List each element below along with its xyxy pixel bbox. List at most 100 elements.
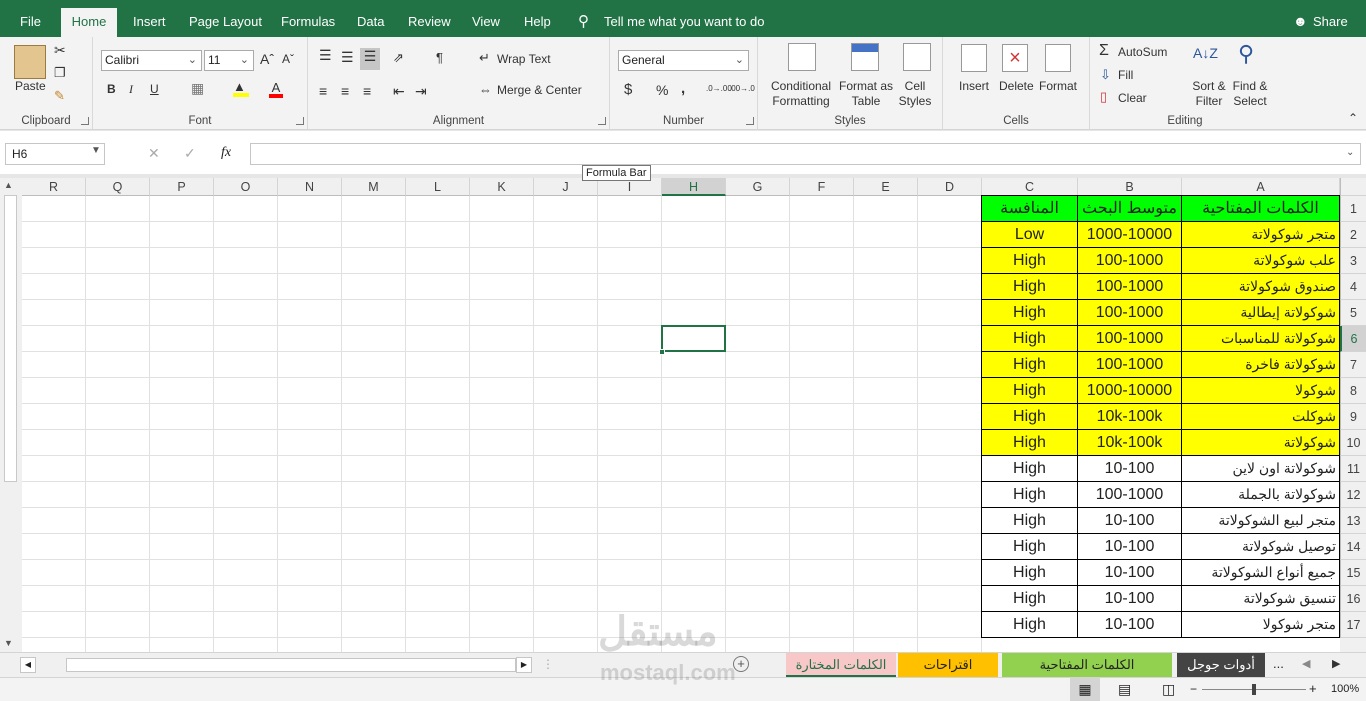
grid-cell[interactable] (150, 508, 214, 534)
fill-handle[interactable] (659, 349, 665, 355)
grid-cell[interactable] (726, 482, 790, 508)
grid-cell[interactable] (342, 378, 406, 404)
grid-cell[interactable] (22, 300, 86, 326)
grid-cell[interactable] (470, 300, 534, 326)
grid-cell[interactable] (662, 404, 726, 430)
insert-cells-icon[interactable] (961, 44, 987, 72)
grid-cell[interactable] (214, 508, 278, 534)
grid-cell[interactable] (662, 300, 726, 326)
column-header[interactable]: C (982, 178, 1078, 196)
grid-cell[interactable] (86, 404, 150, 430)
grid-cell[interactable] (86, 352, 150, 378)
keyword-cell[interactable]: متجر شوكولاتة (1181, 221, 1340, 248)
row-header[interactable]: 2 (1340, 222, 1366, 248)
grid-cell[interactable] (86, 196, 150, 222)
row-header[interactable]: 4 (1340, 274, 1366, 300)
align-center-icon[interactable]: ≡ (341, 83, 349, 99)
grid-cell[interactable] (598, 378, 662, 404)
grid-cell[interactable] (470, 534, 534, 560)
grid-cell[interactable] (662, 352, 726, 378)
grid-cell[interactable] (854, 430, 918, 456)
grid-cell[interactable] (150, 274, 214, 300)
align-right-icon[interactable]: ≡ (363, 83, 371, 99)
underline-button[interactable]: U (150, 82, 159, 96)
fill-color-icon[interactable]: ▲ (233, 79, 249, 97)
grid-cell[interactable] (534, 586, 598, 612)
header-cell-search-volume[interactable]: متوسط البحث (1077, 195, 1182, 222)
grid-cell[interactable] (406, 586, 470, 612)
italic-button[interactable]: I (129, 82, 133, 97)
grid-cell[interactable] (406, 534, 470, 560)
column-header[interactable]: P (150, 178, 214, 196)
copy-icon[interactable]: ❐ (54, 65, 66, 81)
grid-cell[interactable] (470, 638, 534, 652)
tab-help[interactable]: Help (524, 0, 551, 37)
grid-cell[interactable] (86, 378, 150, 404)
grid-cell[interactable] (918, 456, 982, 482)
insert-function-button[interactable]: fx (221, 145, 231, 161)
grid-cell[interactable] (662, 586, 726, 612)
grid-cell[interactable] (406, 352, 470, 378)
row-header[interactable]: 10 (1340, 430, 1366, 456)
row-header[interactable]: 6 (1340, 326, 1366, 352)
grid-cell[interactable] (854, 274, 918, 300)
format-as-table-button[interactable]: Format as Table (838, 79, 894, 109)
clipboard-launcher-icon[interactable] (81, 117, 89, 125)
grid-cell[interactable] (342, 456, 406, 482)
grid-cell[interactable] (214, 326, 278, 352)
competition-cell[interactable]: High (981, 455, 1078, 482)
grid-cell[interactable] (342, 482, 406, 508)
comma-button[interactable]: , (681, 80, 685, 97)
tab-data[interactable]: Data (357, 0, 384, 37)
sheet-tab-user-keywords[interactable]: الكلمات المفتاحية للمستخدم (1002, 653, 1172, 696)
grid-cell[interactable] (854, 352, 918, 378)
autosum-button[interactable]: AutoSum (1118, 45, 1167, 59)
grid-cell[interactable] (86, 222, 150, 248)
grid-cell[interactable] (470, 560, 534, 586)
keyword-cell[interactable]: تنسيق شوكولاتة (1181, 585, 1340, 612)
grid-cell[interactable] (790, 430, 854, 456)
expand-formula-bar-icon[interactable]: ⌄ (1346, 147, 1354, 158)
keyword-cell[interactable]: شوكولاتة اون لاين (1181, 455, 1340, 482)
search-volume-cell[interactable]: 10-100 (1077, 585, 1182, 612)
name-box[interactable]: H6 (5, 143, 105, 165)
row-header[interactable]: 7 (1340, 352, 1366, 378)
grid-cell[interactable] (86, 482, 150, 508)
grid-cell[interactable] (662, 560, 726, 586)
keyword-cell[interactable]: شوكولاتة للمناسبات (1181, 325, 1340, 352)
column-header[interactable]: L (406, 178, 470, 196)
grid-cell[interactable] (534, 534, 598, 560)
grid-cell[interactable] (22, 508, 86, 534)
competition-cell[interactable]: Low (981, 221, 1078, 248)
grid-cell[interactable] (22, 274, 86, 300)
grid-cell[interactable] (726, 222, 790, 248)
grid-cell[interactable] (854, 222, 918, 248)
grid-cell[interactable] (790, 274, 854, 300)
grid-cell[interactable] (726, 586, 790, 612)
keyword-cell[interactable]: علب شوكولاتة (1181, 247, 1340, 274)
grid-cell[interactable] (406, 300, 470, 326)
row-header[interactable]: 3 (1340, 248, 1366, 274)
grid-cell[interactable] (406, 326, 470, 352)
grid-cell[interactable] (918, 534, 982, 560)
percent-button[interactable]: % (656, 82, 668, 98)
font-color-icon[interactable]: A (269, 80, 283, 98)
grid-cell[interactable] (150, 326, 214, 352)
worksheet-grid[interactable]: R Q P O N M L K J I H G F E D C B A المنافسة متوسط البحث الك… (22, 178, 1340, 652)
grid-cell[interactable] (662, 248, 726, 274)
grid-cell[interactable] (86, 534, 150, 560)
format-as-table-icon[interactable] (851, 43, 879, 71)
grid-cell[interactable] (534, 456, 598, 482)
grow-font-icon[interactable]: Aˆ (260, 51, 274, 67)
grid-cell[interactable] (86, 560, 150, 586)
tell-me-box[interactable]: Tell me what you want to do (604, 0, 764, 37)
grid-cell[interactable] (22, 560, 86, 586)
grid-cell[interactable] (726, 196, 790, 222)
column-header[interactable]: N (278, 178, 342, 196)
row-header[interactable]: 9 (1340, 404, 1366, 430)
grid-cell[interactable] (662, 196, 726, 222)
grid-cell[interactable] (278, 222, 342, 248)
grid-cell[interactable] (726, 326, 790, 352)
number-launcher-icon[interactable] (746, 117, 754, 125)
orientation-icon[interactable]: ⇗ (393, 50, 404, 66)
